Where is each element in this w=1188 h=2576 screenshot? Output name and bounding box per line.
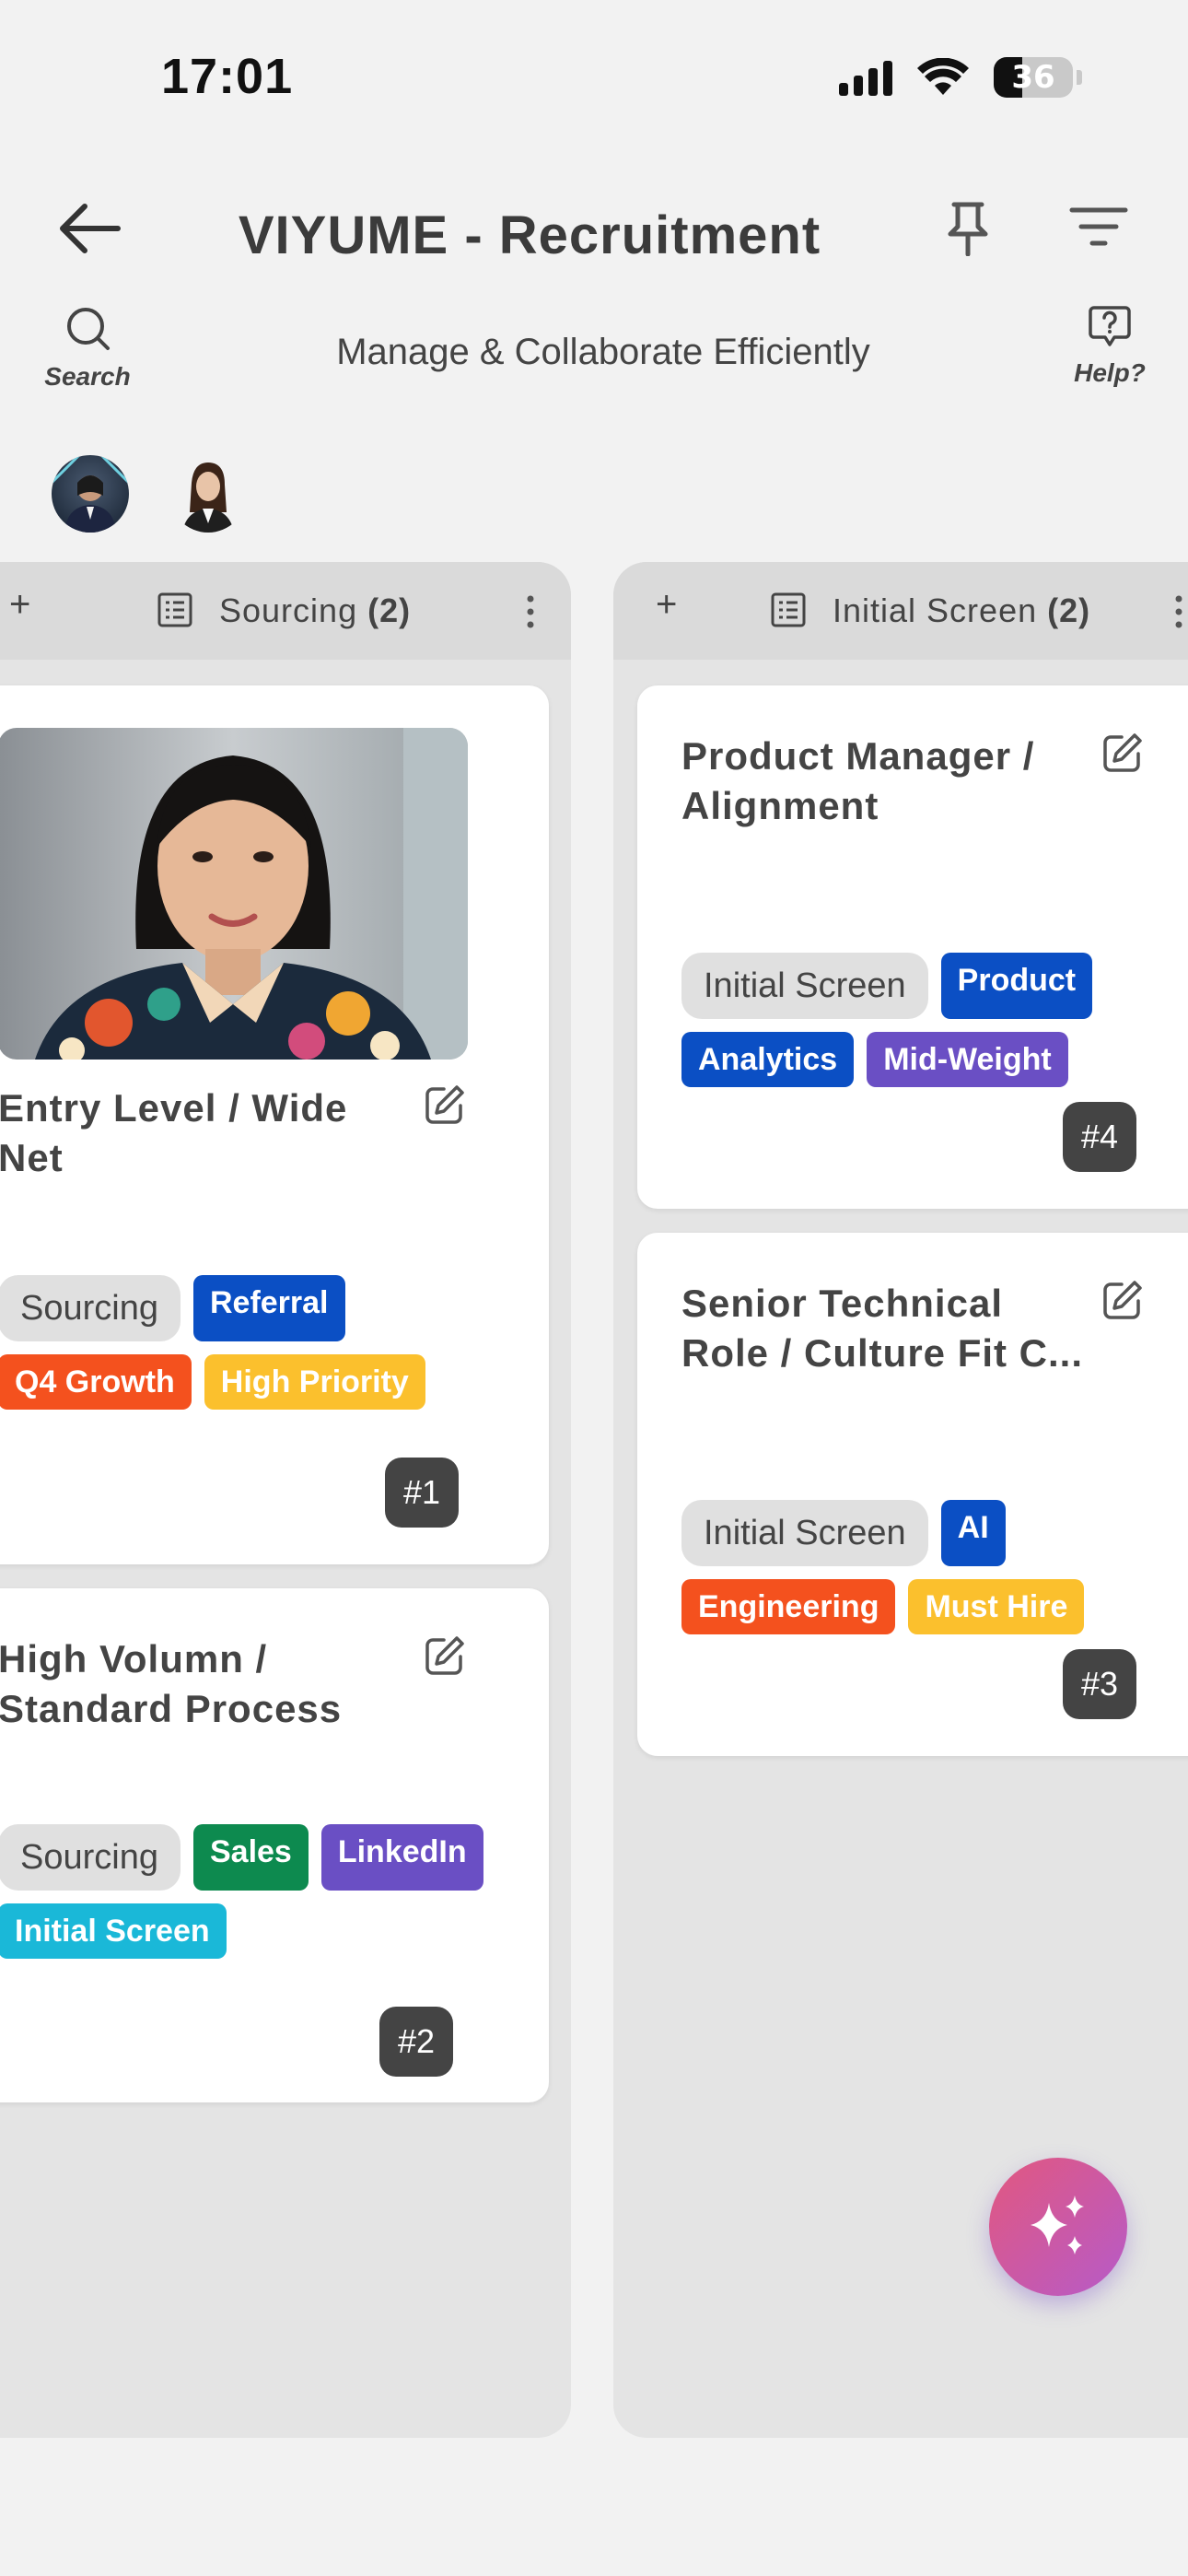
battery-percent: 36 (1011, 59, 1055, 96)
tag: High Priority (204, 1354, 425, 1410)
tag: Analytics (681, 1032, 855, 1087)
edit-icon[interactable] (424, 1634, 466, 1677)
tag: Engineering (681, 1579, 896, 1634)
pin-icon[interactable] (943, 201, 993, 256)
column-title: Initial Screen (2) (833, 591, 1090, 630)
column-count: (2) (367, 591, 412, 629)
card-tags: Sourcing Referral Q4 Growth High Priorit… (0, 1275, 514, 1410)
filter-icon[interactable] (1068, 205, 1129, 249)
candidate-card[interactable]: Product Manager / Alignment Initial Scre… (637, 685, 1188, 1209)
tag: Initial Screen (0, 1903, 227, 1959)
sparkle-icon (1031, 2195, 1084, 2254)
edit-icon[interactable] (424, 1083, 466, 1126)
candidate-card[interactable]: High Volumn / Standard Process Sourcing … (0, 1588, 549, 2102)
column-header: + Sourcing (2) (0, 562, 571, 660)
card-tags: Initial Screen Product Analytics Mid-Wei… (681, 953, 1188, 1087)
board-icon (771, 592, 806, 627)
column-title: Sourcing (2) (219, 591, 411, 630)
help-icon (1089, 306, 1131, 346)
card-number-badge: #3 (1063, 1649, 1137, 1719)
kanban-column-sourcing: + Sourcing (2) Entry Level / Wide Net So… (0, 562, 571, 2438)
card-title: Senior Technical Role / Culture Fit C... (681, 1282, 1084, 1375)
status-tag: Initial Screen (681, 953, 928, 1019)
card-number-badge: #1 (385, 1458, 460, 1528)
card-title: Entry Level / Wide Net (0, 1086, 348, 1179)
column-header: + Initial Screen (2) (613, 562, 1188, 660)
board-icon (157, 592, 192, 627)
card-number-badge: #2 (379, 2007, 454, 2077)
tag: Must Hire (908, 1579, 1085, 1634)
add-card-button[interactable]: + (656, 584, 677, 626)
status-tag: Sourcing (0, 1824, 181, 1891)
edit-icon[interactable] (1101, 732, 1144, 774)
more-vertical-icon[interactable] (1173, 593, 1184, 630)
card-title: Product Manager / Alignment (681, 734, 1035, 827)
status-time: 17:01 (161, 49, 294, 104)
battery-indicator: 36 (994, 57, 1073, 98)
wifi-icon (917, 58, 969, 95)
avatar[interactable] (52, 455, 129, 533)
card-tags: Initial Screen AI Engineering Must Hire (681, 1500, 1188, 1634)
status-icons: 36 (839, 57, 1082, 98)
candidate-photo (0, 728, 468, 1060)
page-title: VIYUME - Recruitment (238, 205, 821, 265)
tag: LinkedIn (320, 1824, 483, 1891)
tag: Product (940, 953, 1093, 1019)
tag: Sales (192, 1824, 309, 1891)
help-button[interactable]: Help? (1068, 304, 1151, 388)
tag: Mid-Weight (867, 1032, 1068, 1087)
card-tags: Sourcing Sales LinkedIn Initial Screen (0, 1824, 514, 1959)
card-title: High Volumn / Standard Process (0, 1637, 343, 1730)
column-count: (2) (1047, 591, 1091, 629)
cellular-signal-icon (839, 59, 892, 96)
status-tag: Initial Screen (681, 1500, 928, 1566)
kanban-column-initial-screen: + Initial Screen (2) Product Manager / A… (613, 562, 1188, 2438)
add-card-button[interactable]: + (9, 584, 30, 626)
help-label: Help? (1074, 358, 1146, 387)
column-name: Initial Screen (833, 591, 1038, 629)
page-subtitle: Manage & Collaborate Efficiently (336, 332, 870, 372)
avatar[interactable] (169, 455, 247, 533)
ai-assistant-button[interactable] (989, 2158, 1127, 2296)
tag: Referral (192, 1275, 345, 1341)
candidate-card[interactable]: Entry Level / Wide Net Sourcing Referral… (0, 685, 549, 1564)
status-tag: Sourcing (0, 1275, 181, 1341)
card-number-badge: #4 (1063, 1102, 1137, 1172)
column-name: Sourcing (219, 591, 358, 629)
more-vertical-icon[interactable] (525, 593, 536, 630)
tag: AI (940, 1500, 1006, 1566)
tag: Q4 Growth (0, 1354, 192, 1410)
edit-icon[interactable] (1101, 1279, 1144, 1321)
candidate-card[interactable]: Senior Technical Role / Culture Fit C...… (637, 1233, 1188, 1756)
